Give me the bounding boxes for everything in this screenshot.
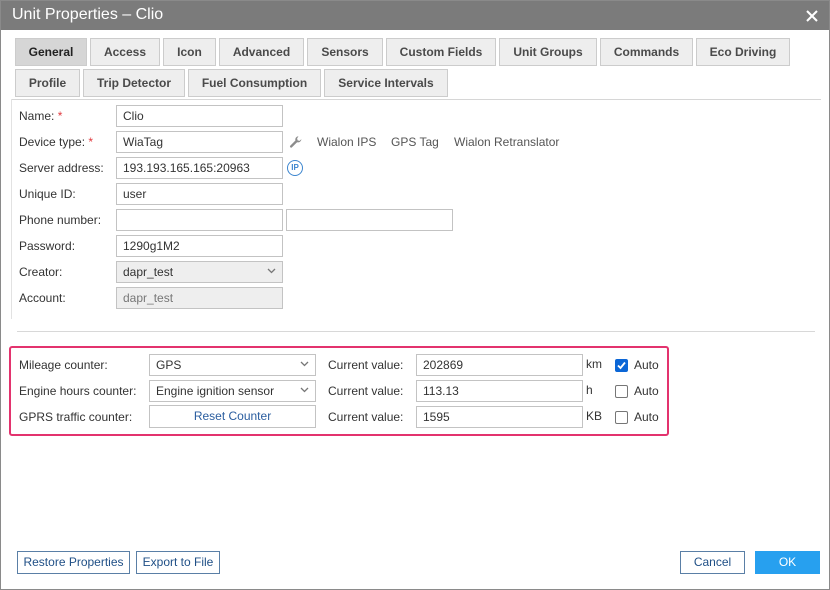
dialog-title: Unit Properties – Clio: [12, 6, 164, 23]
tab-fuel-consumption[interactable]: Fuel Consumption: [188, 69, 321, 97]
device-link-wialon-retranslator[interactable]: Wialon Retranslator: [454, 135, 559, 149]
check-icon: [617, 361, 626, 370]
mileage-current-value-label: Current value:: [328, 358, 404, 372]
device-type-input[interactable]: WiaTag: [116, 131, 283, 153]
engine-current-value-label: Current value:: [328, 384, 404, 398]
wrench-icon[interactable]: [289, 135, 303, 149]
account-input: dapr_test: [116, 287, 283, 309]
engine-hours-counter-label: Engine hours counter:: [19, 384, 137, 398]
gprs-traffic-counter-label: GPRS traffic counter:: [19, 410, 133, 424]
tab-general[interactable]: General: [15, 38, 87, 66]
gprs-current-value-input[interactable]: 1595: [416, 406, 583, 428]
mileage-counter-select[interactable]: GPS: [149, 354, 316, 376]
creator-select[interactable]: dapr_test: [116, 261, 283, 283]
unit-properties-dialog: Unit Properties – Clio General Access Ic…: [0, 0, 830, 590]
engine-auto-checkbox[interactable]: [615, 385, 628, 398]
restore-properties-button[interactable]: Restore Properties: [17, 551, 130, 574]
close-icon: [806, 10, 818, 22]
tab-access[interactable]: Access: [90, 38, 160, 66]
engine-current-value-input[interactable]: 113.13: [416, 380, 583, 402]
password-input[interactable]: 1290g1M2: [116, 235, 283, 257]
engine-unit: h: [586, 383, 593, 397]
engine-hours-counter-select[interactable]: Engine ignition sensor: [149, 380, 316, 402]
engine-hours-counter-select-value: Engine ignition sensor: [156, 384, 275, 398]
device-link-gps-tag[interactable]: GPS Tag: [391, 135, 439, 149]
mileage-auto-checkbox[interactable]: [615, 359, 628, 372]
tab-profile[interactable]: Profile: [15, 69, 80, 97]
unique-id-input[interactable]: user: [116, 183, 283, 205]
ok-button[interactable]: OK: [755, 551, 820, 574]
tab-eco-driving[interactable]: Eco Driving: [696, 38, 790, 66]
gprs-current-value-label: Current value:: [328, 410, 404, 424]
tab-commands[interactable]: Commands: [600, 38, 693, 66]
section-divider: [17, 331, 815, 332]
name-input[interactable]: Clio: [116, 105, 283, 127]
gprs-auto-label: Auto: [634, 410, 659, 424]
server-address-input[interactable]: 193.193.165.165:20963: [116, 157, 283, 179]
creator-select-value: dapr_test: [123, 265, 174, 279]
mileage-counter-label: Mileage counter:: [19, 358, 108, 372]
ip-icon[interactable]: IP: [287, 160, 303, 176]
tabs-divider: [11, 99, 821, 100]
unique-id-label: Unique ID:: [19, 187, 76, 201]
gprs-auto-checkbox[interactable]: [615, 411, 628, 424]
close-button[interactable]: [801, 5, 823, 27]
required-mark: *: [57, 109, 63, 123]
tab-advanced[interactable]: Advanced: [219, 38, 304, 66]
mileage-counter-select-value: GPS: [156, 358, 182, 372]
creator-label: Creator:: [19, 265, 63, 279]
tab-icon[interactable]: Icon: [163, 38, 216, 66]
name-label: Name: *: [19, 109, 63, 123]
tab-service-intervals[interactable]: Service Intervals: [324, 69, 448, 97]
phone-number-input-2[interactable]: [286, 209, 453, 231]
device-type-label: Device type: *: [19, 135, 94, 149]
chevron-down-icon: [267, 268, 276, 274]
title-bar: Unit Properties – Clio: [1, 1, 829, 30]
account-label: Account:: [19, 291, 66, 305]
phone-number-input[interactable]: [116, 209, 283, 231]
chevron-down-icon: [300, 361, 309, 367]
mileage-current-value-input[interactable]: 202869: [416, 354, 583, 376]
tab-trip-detector[interactable]: Trip Detector: [83, 69, 185, 97]
chevron-down-icon: [300, 387, 309, 393]
password-label: Password:: [19, 239, 76, 253]
device-link-wialon-ips[interactable]: Wialon IPS: [317, 135, 376, 149]
gprs-unit: KB: [586, 409, 603, 423]
tab-sensors[interactable]: Sensors: [307, 38, 383, 66]
mileage-auto-label: Auto: [634, 358, 659, 372]
tab-unit-groups[interactable]: Unit Groups: [499, 38, 597, 66]
required-mark: *: [88, 135, 94, 149]
panel-left-border: [11, 99, 12, 319]
phone-number-label: Phone number:: [19, 213, 102, 227]
reset-counter-button[interactable]: Reset Counter: [149, 405, 316, 428]
cancel-button[interactable]: Cancel: [680, 551, 745, 574]
tab-custom-fields[interactable]: Custom Fields: [386, 38, 496, 66]
export-to-file-button[interactable]: Export to File: [136, 551, 220, 574]
engine-auto-label: Auto: [634, 384, 659, 398]
server-address-label: Server address:: [19, 161, 104, 175]
mileage-unit: km: [586, 357, 602, 371]
